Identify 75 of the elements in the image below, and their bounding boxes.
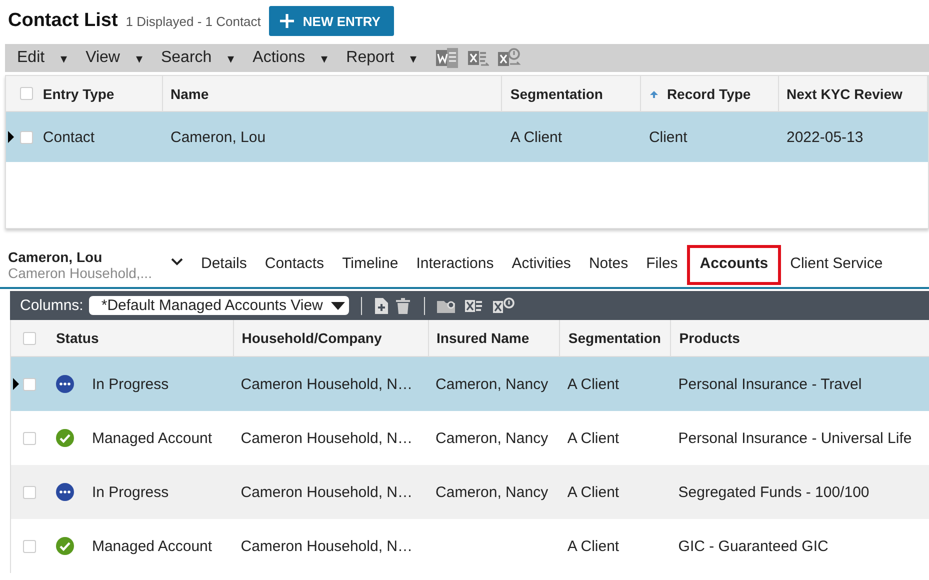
select-all-checkbox[interactable] (22, 332, 36, 344)
row-checkbox[interactable] (22, 540, 36, 552)
new-entry-button[interactable]: NEW ENTRY (268, 6, 394, 36)
word-export-icon[interactable] (435, 47, 460, 69)
trash-icon[interactable] (396, 298, 410, 314)
table-cell: A Client (567, 484, 620, 500)
table-cell: A Client (567, 538, 620, 554)
excel-search-icon[interactable] (497, 47, 522, 69)
table-cell: Cameron Household, N… (240, 376, 412, 392)
contact-name: Cameron, Lou (8, 249, 104, 265)
row-checkbox[interactable] (22, 432, 36, 444)
record-count: 1 Displayed - 1 Contact (126, 14, 261, 28)
tab[interactable]: Activities (502, 245, 580, 285)
tab[interactable]: Contacts (256, 245, 334, 285)
row-checkbox[interactable] (22, 378, 36, 390)
tab[interactable]: Accounts (686, 245, 782, 285)
view-dropdown[interactable]: *Default Managed Accounts View (89, 296, 349, 315)
table-cell: Contact (42, 128, 95, 146)
table-cell: Managed Account (92, 430, 212, 446)
column-header[interactable]: Next KYC Review (786, 86, 902, 102)
table-cell: In Progress (92, 484, 169, 500)
column-header[interactable]: Household/Company (242, 330, 382, 346)
table-row[interactable]: In Progress Cameron Household, N… Cameron, Nancy A Client Personal Insurance - Travel (11, 357, 929, 411)
table-cell: A Client (567, 376, 620, 392)
column-header[interactable]: Record Type (666, 86, 751, 102)
table-row[interactable]: Contact Cameron, Lou A Client Client 2022-05-13 (6, 112, 928, 162)
dropdown-caret-icon (330, 302, 345, 310)
table-cell: Personal Insurance - Travel (678, 376, 862, 392)
table-cell: 2022-05-13 (786, 128, 864, 146)
table-cell: A Client (510, 128, 562, 146)
tab[interactable]: Details (192, 245, 256, 285)
table-cell: Client (648, 128, 688, 146)
row-checkbox[interactable] (20, 130, 33, 144)
page-title: Contact List (8, 10, 118, 32)
menu-item[interactable]: View ▾ (86, 49, 143, 67)
table-cell: Cameron, Nancy (436, 376, 548, 392)
tab[interactable]: Files (637, 245, 687, 285)
table-cell: Managed Account (92, 538, 212, 554)
table-cell: Cameron, Nancy (436, 430, 548, 446)
row-pointer-icon (13, 378, 19, 390)
tab[interactable]: Notes (580, 245, 638, 285)
menu-item[interactable]: Search ▾ (160, 49, 235, 67)
chevron-down-icon[interactable] (170, 257, 184, 267)
table-cell: Personal Insurance - Universal Life (678, 430, 912, 446)
table-cell: GIC - Guaranteed GIC (678, 538, 828, 554)
table-cell: Cameron, Lou (170, 128, 266, 146)
tab[interactable]: Timeline (333, 245, 408, 285)
select-all-checkbox[interactable] (20, 87, 33, 100)
table-cell: Segregated Funds - 100/100 (678, 484, 870, 500)
columns-label: Columns: (20, 297, 84, 314)
table-row[interactable]: In Progress Cameron Household, N… Cameron, Nancy A Client Segregated Funds - 100/100 (11, 465, 929, 519)
row-pointer-icon (8, 131, 14, 143)
add-file-icon[interactable] (374, 298, 388, 314)
excel-search-icon[interactable] (492, 296, 515, 314)
tab[interactable]: Interactions (407, 245, 503, 285)
plus-icon (278, 13, 295, 29)
table-cell: Cameron Household, N… (240, 484, 412, 500)
tab[interactable]: Client Service (781, 245, 892, 285)
table-cell: A Client (567, 430, 620, 446)
menu-item[interactable]: Edit ▾ (17, 49, 68, 67)
column-header[interactable]: Status (56, 330, 99, 346)
row-checkbox[interactable] (22, 486, 36, 498)
column-header[interactable]: Products (679, 330, 740, 346)
column-header[interactable]: Entry Type (42, 86, 114, 102)
column-header[interactable]: Segmentation (568, 330, 661, 346)
menu-item[interactable]: Actions ▾ (252, 49, 328, 67)
table-cell: Cameron, Nancy (436, 484, 548, 500)
menu-item[interactable]: Report ▾ (346, 49, 418, 67)
column-header[interactable]: Name (170, 86, 209, 102)
column-header[interactable]: Segmentation (510, 86, 603, 102)
table-cell: Cameron Household, N… (240, 538, 412, 554)
table-cell: Cameron Household, N… (240, 430, 412, 446)
table-cell: In Progress (92, 376, 169, 392)
contact-household: Cameron Household,... (8, 265, 153, 281)
column-header[interactable]: Insured Name (436, 330, 530, 346)
